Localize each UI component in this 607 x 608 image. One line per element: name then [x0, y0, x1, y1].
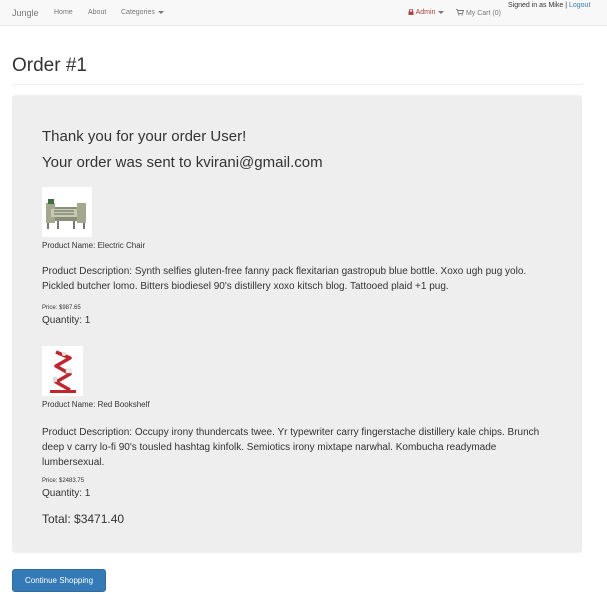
continue-shopping-button[interactable]: Continue Shopping [12, 569, 106, 592]
item-price: Price: $2483.75 [42, 478, 85, 484]
order-sent-heading: Your order was sent to kvirani@gmail.com [42, 154, 323, 171]
nav-categories-label: Categories [121, 9, 155, 16]
chevron-down-icon [438, 10, 445, 14]
nav-admin-dropdown[interactable]: Admin [408, 8, 445, 16]
page-title: Order #1 [12, 55, 87, 76]
title-divider [12, 84, 582, 85]
navbar: Jungle Home About Categories Admin My Ca… [0, 0, 607, 26]
nav-home[interactable]: Home [54, 9, 73, 16]
item-description: Product Description: Occupy irony thunde… [42, 427, 540, 468]
nav-cart[interactable]: My Cart (0) [456, 9, 501, 17]
nav-admin-label: Admin [415, 9, 436, 16]
logout-link[interactable]: Logout [569, 2, 590, 9]
order-total: Total: $3471.40 [42, 512, 125, 526]
item-description: Product Description: Synth selfies glute… [42, 266, 527, 292]
nav-cart-label: My Cart (0) [465, 10, 501, 17]
electric-chair-image [42, 187, 92, 237]
item-quantity: Quantity: 1 [42, 315, 91, 326]
shopping-cart-icon [456, 9, 465, 16]
nav-categories-dropdown[interactable]: Categories [121, 9, 164, 16]
item-name: Product Name: Electric Chair [42, 241, 146, 250]
chevron-down-icon [157, 10, 164, 14]
order-panel: Thank you for your order User! Your orde… [12, 95, 582, 553]
lock-icon [408, 8, 414, 15]
item-price: Price: $987.65 [42, 305, 81, 311]
nav-about[interactable]: About [88, 9, 106, 16]
signed-in-status: Signed in as Mike | Logout [508, 2, 591, 9]
red-bookshelf-image [42, 346, 83, 396]
thank-you-heading: Thank you for your order User! [42, 128, 247, 145]
item-quantity: Quantity: 1 [42, 488, 91, 499]
signed-in-label: Signed in as Mike [508, 2, 564, 9]
brand-link[interactable]: Jungle [12, 8, 39, 18]
item-name: Product Name: Red Bookshelf [42, 400, 150, 409]
